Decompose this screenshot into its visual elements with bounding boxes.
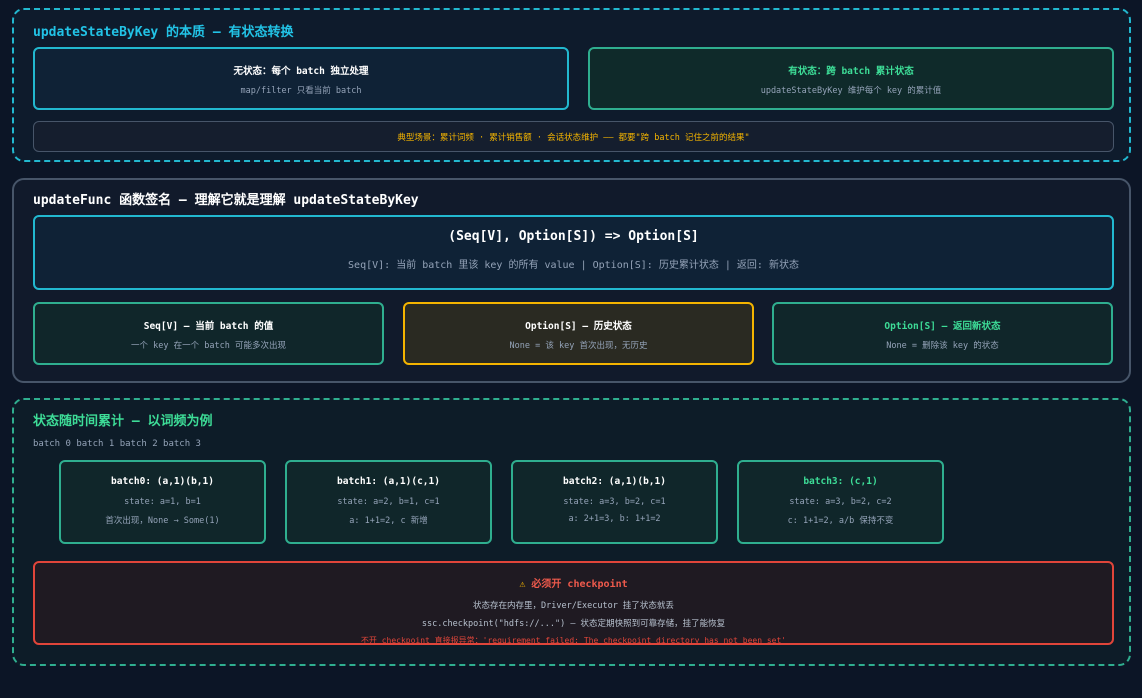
param-return-title: Option[S] — 返回新状态 xyxy=(884,321,1001,332)
scenario-banner: 典型场景：累计词频 · 累计销售额 · 会话状态维护 —— 都要"跨 batch… xyxy=(33,121,1114,152)
batch-state: state: a=2, b=1, c=1 xyxy=(337,497,440,507)
batch-note: c: 1+1=2, a/b 保持不变 xyxy=(787,516,894,526)
checkpoint-warning: ⚠ 必须开 checkpoint 状态存在内存里，Driver/Executor… xyxy=(33,561,1114,645)
batch-state: state: a=3, b=2, c=2 xyxy=(789,497,892,507)
checkpoint-warning-title: 必须开 checkpoint xyxy=(531,579,628,590)
batch-note: 首次出现，None → Some(1) xyxy=(105,516,220,526)
batch-state: state: a=3, b=2, c=1 xyxy=(563,497,666,507)
batch-card: batch1: (a,1)(c,1) state: a=2, b=1, c=1 … xyxy=(285,460,492,544)
stateless-title: 无状态：每个 batch 独立处理 xyxy=(233,66,369,77)
signature-card: (Seq[V], Option[S]) => Option[S] Seq[V]:… xyxy=(33,215,1114,290)
section1-title: updateStateByKey 的本质 — 有状态转换 xyxy=(33,25,294,40)
stateless-card: 无状态：每个 batch 独立处理 map/filter 只看当前 batch xyxy=(33,47,569,110)
batch-state: state: a=1, b=1 xyxy=(124,497,201,507)
checkpoint-warning-line1: 状态存在内存里，Driver/Executor 挂了状态就丢 xyxy=(473,601,674,611)
param-history-title: Option[S] — 历史状态 xyxy=(525,321,632,332)
signature-text: (Seq[V], Option[S]) => Option[S] xyxy=(448,229,699,244)
batch-card: batch0: (a,1)(b,1) state: a=1, b=1 首次出现，… xyxy=(59,460,266,544)
scenario-text: 典型场景：累计词频 · 累计销售额 · 会话状态维护 —— 都要"跨 batch… xyxy=(397,133,750,143)
batch-title: batch2: (a,1)(b,1) xyxy=(563,476,666,487)
param-history-desc: None = 该 key 首次出现，无历史 xyxy=(509,341,648,351)
param-return-desc: None = 删除该 key 的状态 xyxy=(886,341,999,351)
update-func-panel: updateFunc 函数签名 — 理解它就是理解 updateStateByK… xyxy=(12,178,1131,383)
warning-icon: ⚠ xyxy=(519,579,526,590)
stateful-essence-panel: updateStateByKey 的本质 — 有状态转换 无状态：每个 batc… xyxy=(12,8,1131,162)
section2-title: updateFunc 函数签名 — 理解它就是理解 updateStateByK… xyxy=(33,193,419,208)
stateless-desc: map/filter 只看当前 batch xyxy=(240,86,362,96)
batch-card: batch2: (a,1)(b,1) state: a=3, b=2, c=1 … xyxy=(511,460,718,544)
section3-title: 状态随时间累计 — 以词频为例 xyxy=(33,414,213,429)
batch-note: a: 1+1=2, c 新增 xyxy=(349,516,428,526)
param-seq-card: Seq[V] — 当前 batch 的值 一个 key 在一个 batch 可能… xyxy=(33,302,384,365)
param-history-card: Option[S] — 历史状态 None = 该 key 首次出现，无历史 xyxy=(403,302,754,365)
param-seq-desc: 一个 key 在一个 batch 可能多次出现 xyxy=(131,341,286,351)
param-return-card: Option[S] — 返回新状态 None = 删除该 key 的状态 xyxy=(772,302,1113,365)
checkpoint-warning-line2: ssc.checkpoint("hdfs://...") — 状态定期快照到可靠… xyxy=(421,619,726,629)
batch-note: a: 2+1=3, b: 1+1=2 xyxy=(568,514,661,524)
stateful-card: 有状态：跨 batch 累计状态 updateStateByKey 维护每个 k… xyxy=(588,47,1114,110)
batch-title: batch1: (a,1)(c,1) xyxy=(337,476,440,487)
stateful-desc: updateStateByKey 维护每个 key 的累计值 xyxy=(760,86,942,96)
batch-title: batch3: (c,1) xyxy=(803,476,878,487)
state-accumulation-panel: 状态随时间累计 — 以词频为例 batch 0 batch 1 batch 2 … xyxy=(12,398,1131,666)
batch-timeline: batch 0 batch 1 batch 2 batch 3 xyxy=(33,439,201,449)
batch-card: batch3: (c,1) state: a=3, b=2, c=2 c: 1+… xyxy=(737,460,944,544)
param-seq-title: Seq[V] — 当前 batch 的值 xyxy=(143,321,274,332)
stateful-title: 有状态：跨 batch 累计状态 xyxy=(788,66,914,77)
checkpoint-warning-heading: ⚠ 必须开 checkpoint xyxy=(35,575,1112,590)
signature-desc: Seq[V]: 当前 batch 里该 key 的所有 value | Opti… xyxy=(348,260,799,271)
batch-title: batch0: (a,1)(b,1) xyxy=(111,476,214,487)
checkpoint-warning-line3: 不开 checkpoint 直接报异常：'requirement failed:… xyxy=(360,636,787,645)
